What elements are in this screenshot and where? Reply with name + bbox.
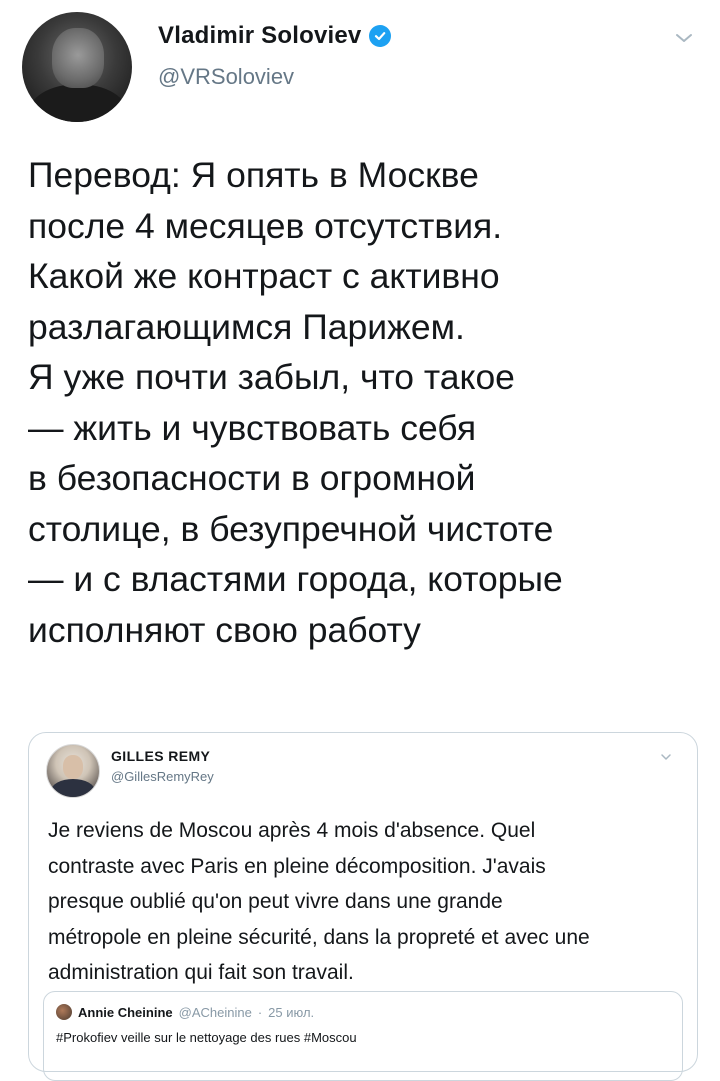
- quoted-author-name[interactable]: GILLES REMY: [111, 748, 210, 764]
- tweet-card: Vladimir Soloviev @VRSoloviev Перевод: Я…: [0, 0, 720, 1081]
- quoted-author-avatar[interactable]: [46, 744, 100, 798]
- tweet-line: после 4 месяцев отсутствия.: [28, 205, 503, 246]
- tweet-line: в безопасности в огромной: [28, 458, 476, 498]
- nested-tweet-header: Annie Cheinine @ACheinine · 25 июл.: [56, 1004, 314, 1020]
- chevron-down-icon[interactable]: [659, 750, 673, 764]
- nested-author-name[interactable]: Annie Cheinine: [78, 1005, 173, 1020]
- nested-author-avatar[interactable]: [56, 1004, 72, 1020]
- tweet-line: — жить и чувствовать себя: [28, 407, 477, 448]
- tweet-line: Какой же контраст с активно: [28, 256, 500, 296]
- separator-dot: ·: [257, 1004, 263, 1020]
- author-handle[interactable]: @VRSoloviev: [158, 64, 294, 90]
- author-avatar[interactable]: [22, 12, 132, 122]
- tweet-line: разлагающимся Парижем.: [28, 306, 465, 347]
- nested-quoted-tweet[interactable]: Annie Cheinine @ACheinine · 25 июл. #Pro…: [43, 991, 683, 1081]
- quoted-line: contraste avec Paris en pleine décomposi…: [48, 854, 546, 878]
- quoted-tweet-text: Je reviens de Moscou après 4 mois d'abse…: [48, 813, 688, 991]
- nested-author-handle[interactable]: @ACheinine: [179, 1005, 252, 1020]
- nested-tweet-date[interactable]: 25 июл.: [268, 1005, 314, 1020]
- avatar-shoulders: [28, 84, 128, 122]
- author-name-row: Vladimir Soloviev: [158, 22, 392, 50]
- quoted-author-handle[interactable]: @GillesRemyRey: [111, 769, 214, 784]
- tweet-line: столице, в безупречной чистоте: [28, 508, 554, 549]
- quoted-line: administration qui fait son travail.: [48, 961, 354, 984]
- quoted-line: presque oublié qu'on peut vivre dans une…: [48, 890, 503, 913]
- tweet-line: исполняют свою работу: [28, 609, 421, 650]
- avatar-face: [52, 28, 104, 88]
- chevron-down-icon[interactable]: [672, 26, 696, 50]
- tweet-line: Я уже почти забыл, что такое: [28, 357, 515, 397]
- avatar-head: [63, 755, 83, 779]
- tweet-text: Перевод: Я опять в Москве после 4 месяце…: [28, 150, 708, 655]
- quoted-line: Je reviens de Moscou après 4 mois d'abse…: [48, 819, 536, 842]
- verified-check-icon: [369, 25, 392, 47]
- quoted-line: métropole en pleine sécurité, dans la pr…: [48, 925, 590, 949]
- avatar-suit: [51, 779, 95, 797]
- tweet-line: — и с властями города, которые: [28, 559, 563, 599]
- author-display-name[interactable]: Vladimir Soloviev: [158, 22, 361, 50]
- quoted-tweet-card[interactable]: GILLES REMY @GillesRemyRey Je reviens de…: [28, 732, 698, 1081]
- tweet-line: Перевод: Я опять в Москве: [28, 155, 479, 195]
- nested-tweet-text: #Prokofiev veille sur le nettoyage des r…: [56, 1030, 357, 1045]
